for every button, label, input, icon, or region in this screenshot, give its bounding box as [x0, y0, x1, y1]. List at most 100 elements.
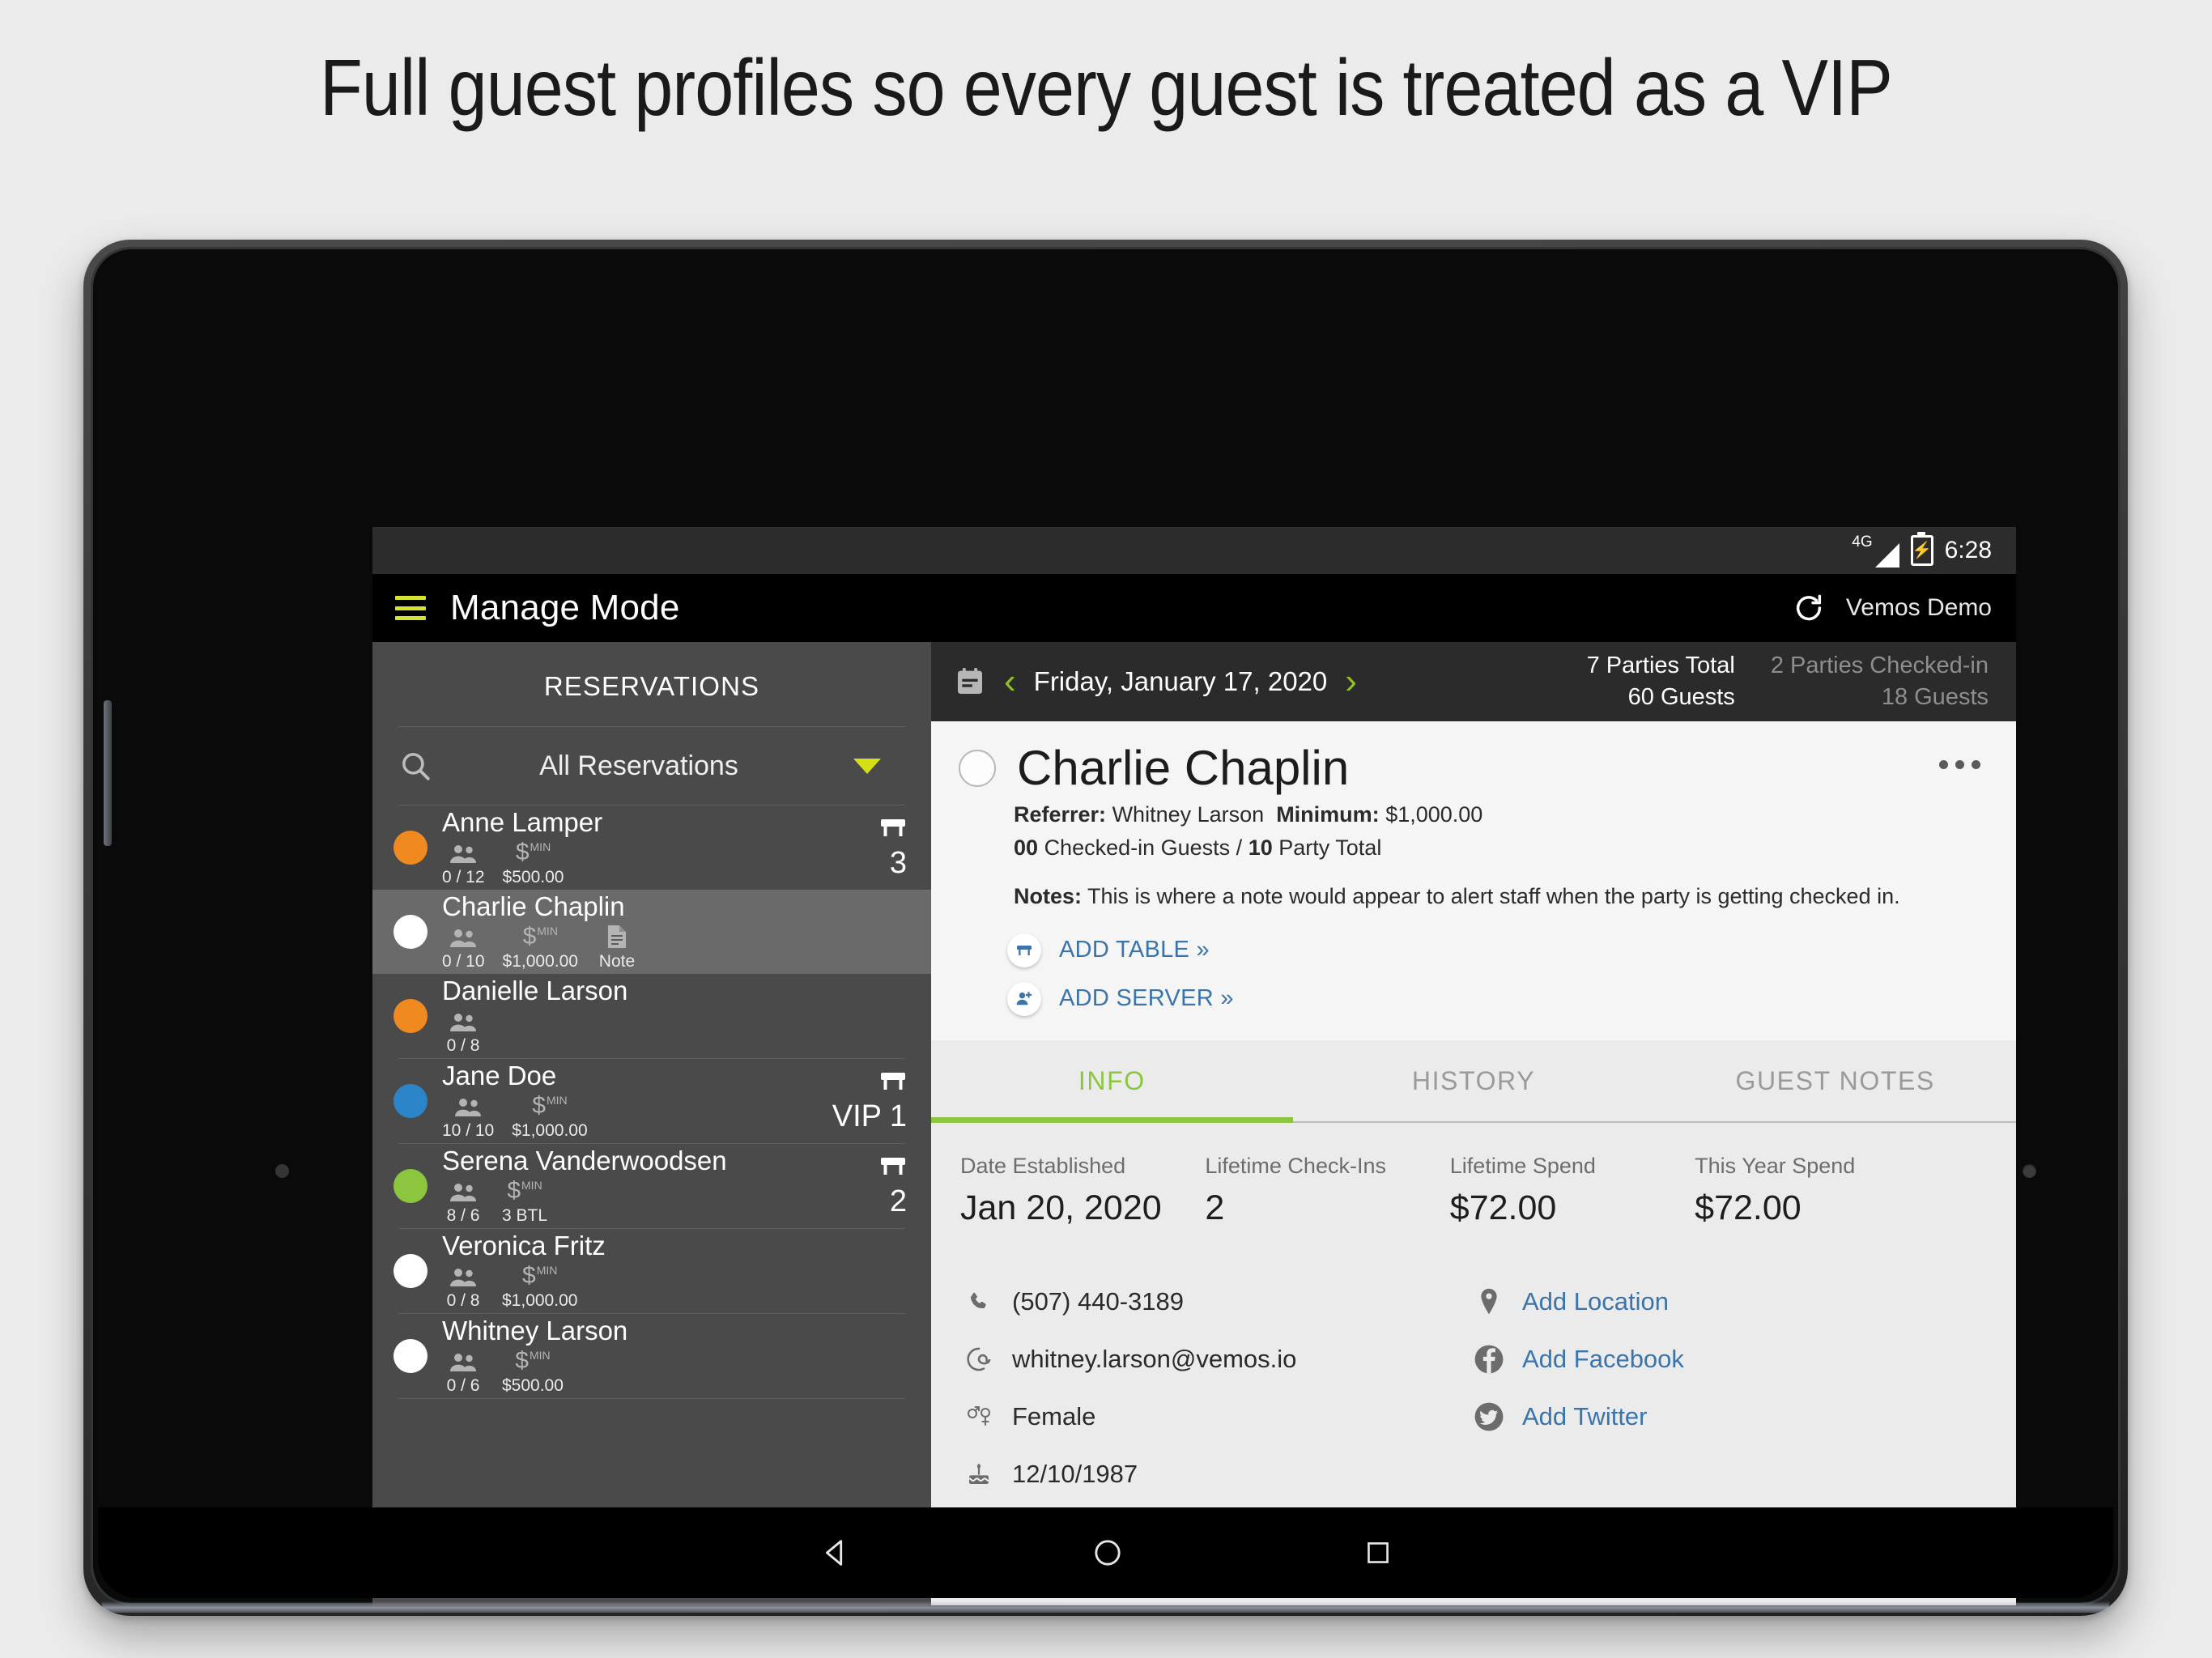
twitter-icon[interactable]	[1470, 1401, 1508, 1432]
date-navigation-bar: ‹ Friday, January 17, 2020 › 7 Parties T…	[931, 642, 2016, 721]
search-filter-row[interactable]: All Reservations	[372, 727, 931, 805]
dollar-min-icon: $MIN	[532, 1091, 568, 1119]
reservation-table-info: 3	[879, 817, 907, 878]
minimum-spend-value: $500.00	[502, 1375, 564, 1395]
tablet-screen: 4G ⚡ 6:28 Manage Mode Vemos Demo RESERVA…	[372, 527, 2016, 1605]
reservation-row[interactable]: Danielle Larson 0 / 8	[372, 974, 931, 1058]
party-summary-card: Charlie Chaplin Referrer: Whitney Larson…	[931, 721, 2016, 1040]
minimum-value: $1,000.00	[1385, 802, 1483, 827]
guest-stat: This Year Spend $72.00	[1695, 1154, 1939, 1228]
sensor-icon	[275, 1164, 289, 1178]
reservation-row[interactable]: Charlie Chaplin 0 / 10 $MIN $1,000.00 Note	[372, 890, 931, 974]
minimum-spend-value: $1,000.00	[502, 1290, 578, 1310]
contact-value: 12/10/1987	[1012, 1460, 1138, 1489]
reservation-table-info: 2	[879, 1155, 907, 1217]
guest-count-cell: 0 / 6	[442, 1349, 484, 1396]
android-status-bar: 4G ⚡ 6:28	[372, 527, 2016, 574]
reservation-row[interactable]: Anne Lamper 0 / 12 $MIN $500.00 3	[372, 806, 931, 890]
minimum-spend-value: $500.00	[502, 867, 564, 886]
facebook-icon[interactable]	[1470, 1344, 1508, 1375]
reservation-row[interactable]: Serena Vanderwoodsen 8 / 6 $MIN 3 BTL 2	[372, 1144, 931, 1228]
party-check-in-radio[interactable]	[959, 749, 996, 787]
contact-row[interactable]: Add Twitter	[1470, 1388, 1980, 1446]
calendar-icon[interactable]	[954, 665, 986, 699]
guest-stat-value: $72.00	[1449, 1188, 1557, 1227]
contact-value[interactable]: Add Facebook	[1522, 1345, 1684, 1374]
note-label: Note	[598, 951, 636, 971]
guest-contact-grid: (507) 440-3189 whitney.larson@vemos.io Fem…	[960, 1273, 1980, 1503]
tab-history[interactable]: HISTORY	[1293, 1040, 1655, 1121]
contact-row: Female	[960, 1388, 1470, 1446]
guest-count-value: 0 / 10	[442, 951, 485, 971]
reservation-status-dot	[393, 999, 428, 1033]
dollar-min-icon: $MIN	[515, 838, 551, 865]
reservation-row[interactable]: Veronica Fritz 0 / 8 $MIN $1,000.00	[372, 1229, 931, 1313]
guest-count-cell: 10 / 10	[442, 1094, 494, 1141]
network-type-label: 4G	[1852, 533, 1873, 551]
battery-charging-icon: ⚡	[1910, 532, 1933, 566]
party-name: Charlie Chaplin	[1017, 741, 1350, 795]
front-camera-icon	[2023, 1164, 2036, 1178]
location-pin-icon[interactable]	[1470, 1287, 1508, 1316]
reservation-table-info: VIP 1	[832, 1070, 907, 1132]
page-headline: Full guest profiles so every guest is tr…	[320, 43, 1893, 132]
guest-stat-label: This Year Spend	[1695, 1153, 1856, 1178]
table-icon	[879, 1070, 907, 1095]
contact-row[interactable]: Add Facebook	[1470, 1331, 1980, 1388]
add-person-icon	[1007, 981, 1041, 1016]
guest-count-value: 0 / 8	[446, 1290, 480, 1310]
hamburger-menu-icon[interactable]	[395, 596, 426, 620]
minimum-spend-cell: $MIN $500.00	[502, 1348, 564, 1396]
reservation-row[interactable]: Jane Doe 10 / 10 $MIN $1,000.00 VIP 1	[372, 1059, 931, 1143]
guest-stats-grid: Date Established Jan 20, 2020 Lifetime Che…	[960, 1154, 1980, 1228]
reservation-row[interactable]: Whitney Larson 0 / 6 $MIN $500.00	[372, 1314, 931, 1398]
previous-day-button[interactable]: ‹	[1004, 664, 1016, 699]
contact-row: whitney.larson@vemos.io	[960, 1331, 1470, 1388]
people-icon	[449, 1009, 477, 1033]
status-clock: 6:28	[1944, 537, 1992, 563]
guest-count-cell: 0 / 8	[442, 1264, 484, 1311]
guest-stat: Lifetime Spend $72.00	[1450, 1154, 1695, 1228]
contact-value[interactable]: Add Location	[1522, 1287, 1669, 1316]
guest-count-cell: 8 / 6	[442, 1179, 484, 1226]
main-content: RESERVATIONS All Reservations Anne Lampe…	[372, 642, 2016, 1605]
people-icon	[449, 925, 477, 949]
notes-text: This is where a note would appear to ale…	[1087, 884, 1900, 908]
guest-count-cell: 0 / 12	[442, 840, 485, 887]
parties-total-label: 7 Parties Total	[1586, 652, 1735, 678]
contact-row: 12/10/1987	[960, 1446, 1470, 1503]
next-day-button[interactable]: ›	[1345, 664, 1357, 699]
signal-strength-icon: 4G	[1852, 534, 1899, 568]
brand-label: Vemos Demo	[1845, 594, 1992, 621]
checked-in-count: 00	[1014, 835, 1039, 860]
guest-count-value: 10 / 10	[442, 1120, 495, 1140]
parties-checked-in-label: 2 Parties Checked-in	[1770, 652, 1989, 678]
chevron-down-icon[interactable]	[853, 758, 881, 774]
add-server-button[interactable]: ADD SERVER »	[1007, 981, 1980, 1016]
party-detail-panel: ‹ Friday, January 17, 2020 › 7 Parties T…	[931, 642, 2016, 1605]
add-table-button[interactable]: ADD TABLE »	[1007, 933, 1980, 967]
reservation-status-dot	[393, 831, 428, 865]
people-icon	[449, 1349, 477, 1373]
tab-info[interactable]: INFO	[931, 1040, 1293, 1121]
recent-apps-button-icon[interactable]	[1361, 1536, 1395, 1570]
android-navigation-bar	[98, 1507, 2113, 1598]
notes-label: Notes:	[1014, 884, 1083, 908]
refresh-icon[interactable]	[1793, 592, 1825, 624]
sidebar-title: RESERVATIONS	[543, 671, 760, 701]
app-bar: Manage Mode Vemos Demo	[372, 574, 2016, 642]
tab-guest-notes[interactable]: GUEST NOTES	[1654, 1040, 2016, 1121]
contact-row[interactable]: Add Location	[1470, 1273, 1980, 1331]
reservation-status-dot	[393, 915, 428, 949]
minimum-label: Minimum:	[1276, 802, 1380, 827]
home-button-icon[interactable]	[1089, 1534, 1126, 1571]
reservation-guest-name: Whitney Larson	[442, 1315, 628, 1346]
back-button-icon[interactable]	[817, 1534, 854, 1571]
dollar-min-icon: $MIN	[507, 1176, 542, 1204]
note-icon	[606, 925, 627, 949]
party-overflow-menu-icon[interactable]	[1939, 760, 1980, 769]
contact-value[interactable]: Add Twitter	[1522, 1402, 1648, 1431]
reservation-filter-label[interactable]: All Reservations	[424, 750, 853, 782]
add-table-label: ADD TABLE »	[1059, 937, 1210, 963]
reservations-sidebar: RESERVATIONS All Reservations Anne Lampe…	[372, 642, 931, 1605]
